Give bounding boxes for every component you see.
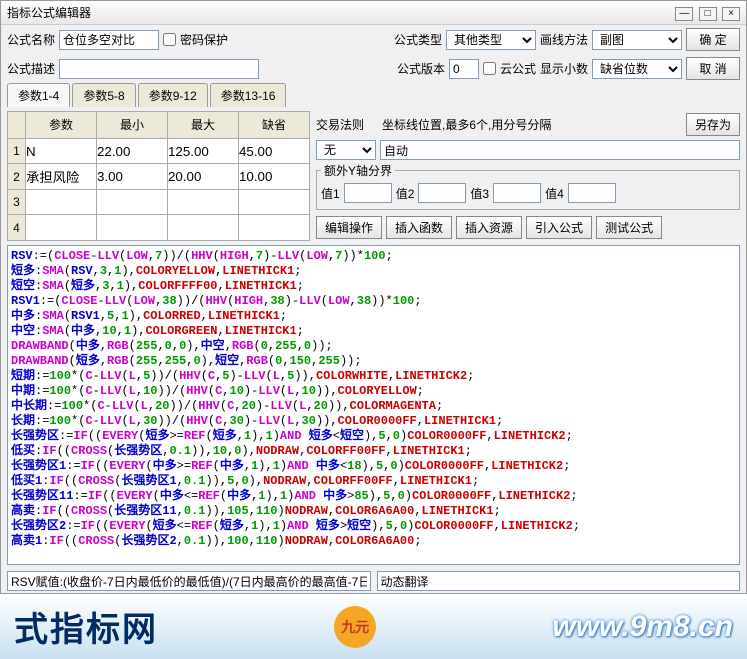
- param-min[interactable]: [97, 141, 167, 161]
- cancel-button[interactable]: 取 消: [686, 57, 740, 80]
- status-text[interactable]: [7, 571, 371, 591]
- banner: 式指标网 九元 www.9m8.cn: [0, 594, 747, 659]
- desc-label: 公式描述: [7, 60, 55, 77]
- param-def[interactable]: [239, 218, 309, 238]
- rule-select[interactable]: 无: [316, 140, 376, 160]
- param-max[interactable]: [168, 218, 238, 238]
- edit-op-button[interactable]: 编辑操作: [316, 216, 382, 239]
- v1-label: 值1: [321, 185, 340, 202]
- titlebar: 指标公式编辑器 — □ ×: [1, 1, 746, 25]
- coord-label: 坐标线位置,最多6个,用分号分隔: [382, 116, 551, 133]
- right-panel: 交易法则 坐标线位置,最多6个,用分号分隔 另存为 无 额外Y轴分界 值1 值2…: [316, 111, 740, 241]
- param-min[interactable]: [97, 192, 167, 212]
- coord-input[interactable]: [380, 140, 740, 160]
- table-row: 1: [8, 138, 310, 164]
- param-def[interactable]: [239, 167, 309, 187]
- name-input[interactable]: [59, 30, 159, 50]
- type-label: 公式类型: [394, 31, 442, 48]
- tab-params-9-12[interactable]: 参数9-12: [138, 83, 208, 107]
- param-name[interactable]: [26, 218, 96, 238]
- param-min[interactable]: [97, 218, 167, 238]
- maximize-icon[interactable]: □: [699, 7, 717, 21]
- v4-input[interactable]: [568, 183, 616, 203]
- draw-label: 画线方法: [540, 31, 588, 48]
- param-min[interactable]: [97, 167, 167, 187]
- status-bar: [1, 569, 746, 593]
- param-def[interactable]: [239, 192, 309, 212]
- close-icon[interactable]: ×: [722, 7, 740, 21]
- version-input[interactable]: [449, 59, 479, 79]
- status-right[interactable]: [377, 571, 741, 591]
- tab-params-5-8[interactable]: 参数5-8: [72, 83, 135, 107]
- params-area: 参数 最小 最大 缺省 1 2 3 4 交易法则 坐标线位置,最多6个,用分号分…: [1, 107, 746, 245]
- col-name: 参数: [26, 112, 97, 139]
- tab-params-13-16[interactable]: 参数13-16: [210, 83, 287, 107]
- row-name: 公式名称 密码保护 公式类型 其他类型 画线方法 副图 确 定: [1, 25, 746, 54]
- v1-input[interactable]: [344, 183, 392, 203]
- ok-button[interactable]: 确 定: [686, 28, 740, 51]
- tab-params-1-4[interactable]: 参数1-4: [7, 83, 70, 107]
- table-row: 2: [8, 164, 310, 190]
- decimal-label: 显示小数: [540, 60, 588, 77]
- rule-label: 交易法则: [316, 116, 364, 133]
- cloud-label: 云公式: [500, 60, 536, 77]
- code-editor[interactable]: RSV:=(CLOSE-LLV(LOW,7))/(HHV(HIGH,7)-LLV…: [7, 245, 740, 565]
- v3-label: 值3: [470, 185, 489, 202]
- draw-select[interactable]: 副图: [592, 30, 682, 50]
- col-min: 最小: [97, 112, 168, 139]
- col-def: 缺省: [239, 112, 310, 139]
- param-name[interactable]: [26, 167, 96, 187]
- param-table: 参数 最小 最大 缺省 1 2 3 4: [7, 111, 310, 241]
- param-tabs: 参数1-4 参数5-8 参数9-12 参数13-16: [1, 83, 746, 107]
- version-label: 公式版本: [397, 60, 445, 77]
- window-controls: — □ ×: [673, 5, 740, 21]
- table-row: 3: [8, 189, 310, 215]
- desc-input[interactable]: [59, 59, 259, 79]
- import-formula-button[interactable]: 引入公式: [526, 216, 592, 239]
- param-name[interactable]: [26, 141, 96, 161]
- decimal-select[interactable]: 缺省位数: [592, 59, 682, 79]
- col-max: 最大: [168, 112, 239, 139]
- param-def[interactable]: [239, 141, 309, 161]
- banner-left-text: 式指标网: [14, 602, 158, 651]
- param-max[interactable]: [168, 167, 238, 187]
- param-max[interactable]: [168, 192, 238, 212]
- type-select[interactable]: 其他类型: [446, 30, 536, 50]
- password-checkbox[interactable]: [163, 33, 176, 46]
- window-title: 指标公式编辑器: [7, 4, 91, 21]
- insert-func-button[interactable]: 插入函数: [386, 216, 452, 239]
- name-label: 公式名称: [7, 31, 55, 48]
- v2-input[interactable]: [418, 183, 466, 203]
- editor-window: 指标公式编辑器 — □ × 公式名称 密码保护 公式类型 其他类型 画线方法 副…: [0, 0, 747, 594]
- extra-y-legend: 额外Y轴分界: [321, 162, 395, 179]
- v2-label: 值2: [396, 185, 415, 202]
- v3-input[interactable]: [493, 183, 541, 203]
- row-desc: 公式描述 公式版本 云公式 显示小数 缺省位数 取 消: [1, 54, 746, 83]
- cloud-checkbox[interactable]: [483, 62, 496, 75]
- insert-res-button[interactable]: 插入资源: [456, 216, 522, 239]
- extra-y-fieldset: 额外Y轴分界 值1 值2 值3 值4: [316, 162, 740, 210]
- saveas-button[interactable]: 另存为: [686, 113, 740, 136]
- test-formula-button[interactable]: 测试公式: [596, 216, 662, 239]
- minimize-icon[interactable]: —: [675, 7, 693, 21]
- banner-url: www.9m8.cn: [552, 610, 733, 644]
- v4-label: 值4: [545, 185, 564, 202]
- param-max[interactable]: [168, 141, 238, 161]
- param-name[interactable]: [26, 192, 96, 212]
- password-label: 密码保护: [180, 31, 228, 48]
- table-row: 4: [8, 215, 310, 241]
